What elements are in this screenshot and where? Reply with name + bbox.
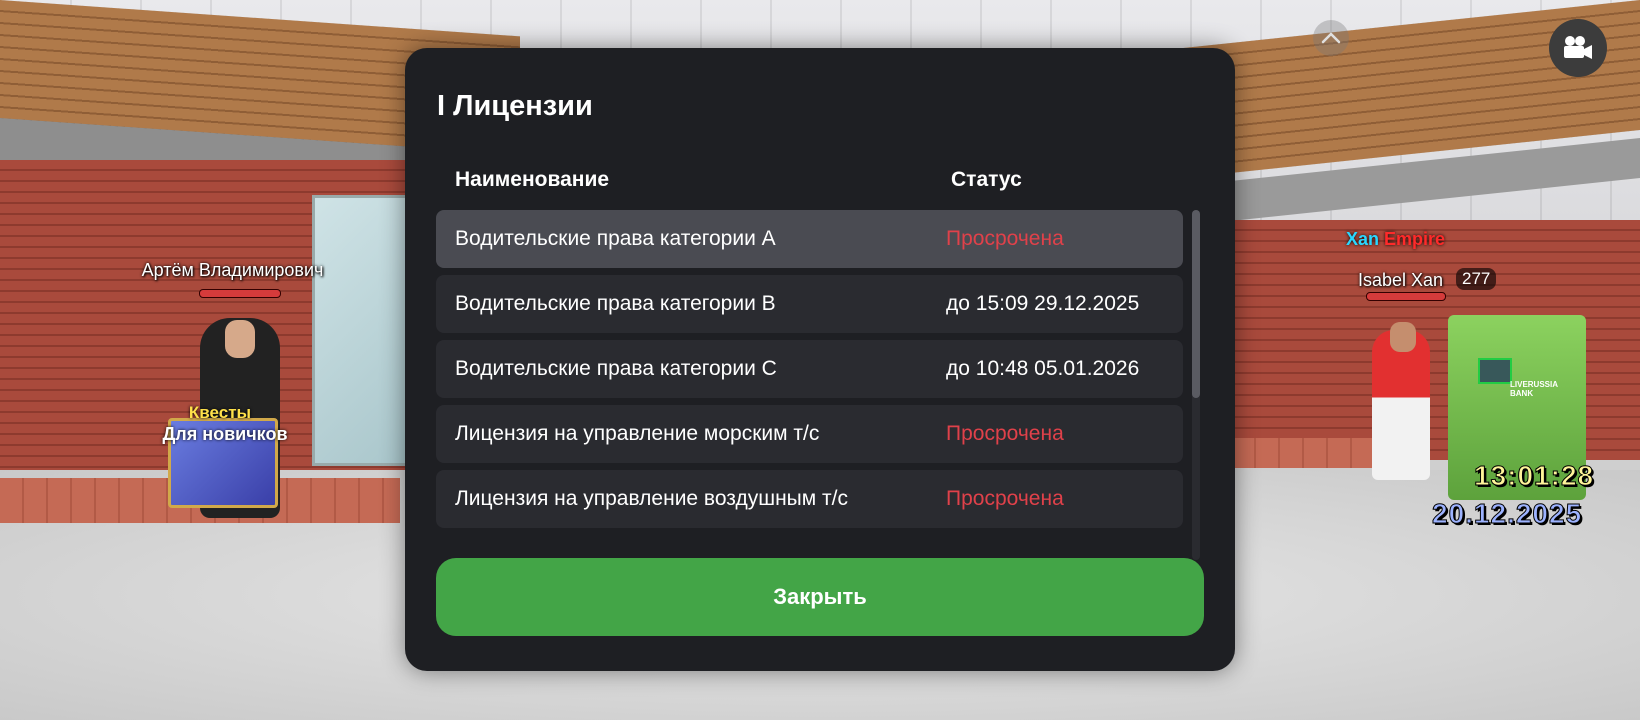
license-status: до 15:09 29.12.2025	[946, 292, 1140, 315]
gang-tag-part1: Xan	[1346, 229, 1380, 249]
camera-icon	[1564, 36, 1592, 59]
camera-button[interactable]	[1549, 19, 1607, 77]
license-row[interactable]: Водительские права категории A Просрочен…	[436, 210, 1183, 268]
licenses-dialog: I Лицензии Наименование Статус Водительс…	[405, 48, 1235, 671]
atm-screen	[1478, 358, 1512, 384]
hud-date: 20.12.2025	[1431, 498, 1583, 530]
player-head	[1390, 322, 1416, 352]
window	[312, 195, 413, 466]
license-name: Лицензия на управление воздушным т/с	[455, 487, 848, 510]
chevron-up-icon	[1321, 32, 1341, 44]
column-header-name: Наименование	[455, 168, 610, 191]
quest-title: Квесты	[188, 403, 252, 422]
player-character[interactable]	[1372, 330, 1430, 480]
license-name: Водительские права категории C	[455, 357, 777, 380]
license-name: Лицензия на управление морским т/с	[455, 422, 820, 445]
license-status: Просрочена	[946, 487, 1064, 510]
scrollbar-thumb[interactable]	[1192, 210, 1200, 398]
close-button[interactable]: Закрыть	[436, 558, 1204, 636]
npc-health-bar	[199, 289, 281, 298]
license-status: до 10:48 05.01.2026	[946, 357, 1140, 380]
license-name: Водительские права категории A	[455, 227, 776, 250]
list-scrollbar[interactable]	[1192, 210, 1200, 560]
licenses-list[interactable]: Водительские права категории A Просрочен…	[436, 210, 1183, 570]
npc-head	[225, 320, 255, 358]
quest-subtitle: Для новичков	[162, 424, 288, 444]
atm-label: LIVERUSSIA BANK	[1510, 380, 1558, 398]
gang-tag: Xan Empire	[1346, 229, 1445, 250]
player-id-badge: 277	[1456, 268, 1497, 290]
hud-time: 13:01:28	[1473, 460, 1595, 492]
npc-nametag: Артём Владимирович	[141, 260, 324, 280]
license-row[interactable]: Лицензия на управление морским т/с Проср…	[436, 405, 1183, 463]
collapse-button[interactable]	[1313, 20, 1349, 56]
license-row[interactable]: Водительские права категории C до 10:48 …	[436, 340, 1183, 398]
dialog-title: I Лицензии	[437, 90, 593, 122]
gang-tag-part2: Empire	[1384, 229, 1446, 249]
license-row[interactable]: Водительские права категории B до 15:09 …	[436, 275, 1183, 333]
column-header-status: Статус	[951, 168, 1022, 191]
player-nametag: Isabel Xan	[1358, 270, 1444, 290]
license-name: Водительские права категории B	[455, 292, 776, 315]
license-status: Просрочена	[946, 422, 1064, 445]
player-health-bar	[1366, 292, 1446, 301]
license-status: Просрочена	[946, 227, 1064, 250]
license-row[interactable]: Лицензия на управление воздушным т/с Про…	[436, 470, 1183, 528]
